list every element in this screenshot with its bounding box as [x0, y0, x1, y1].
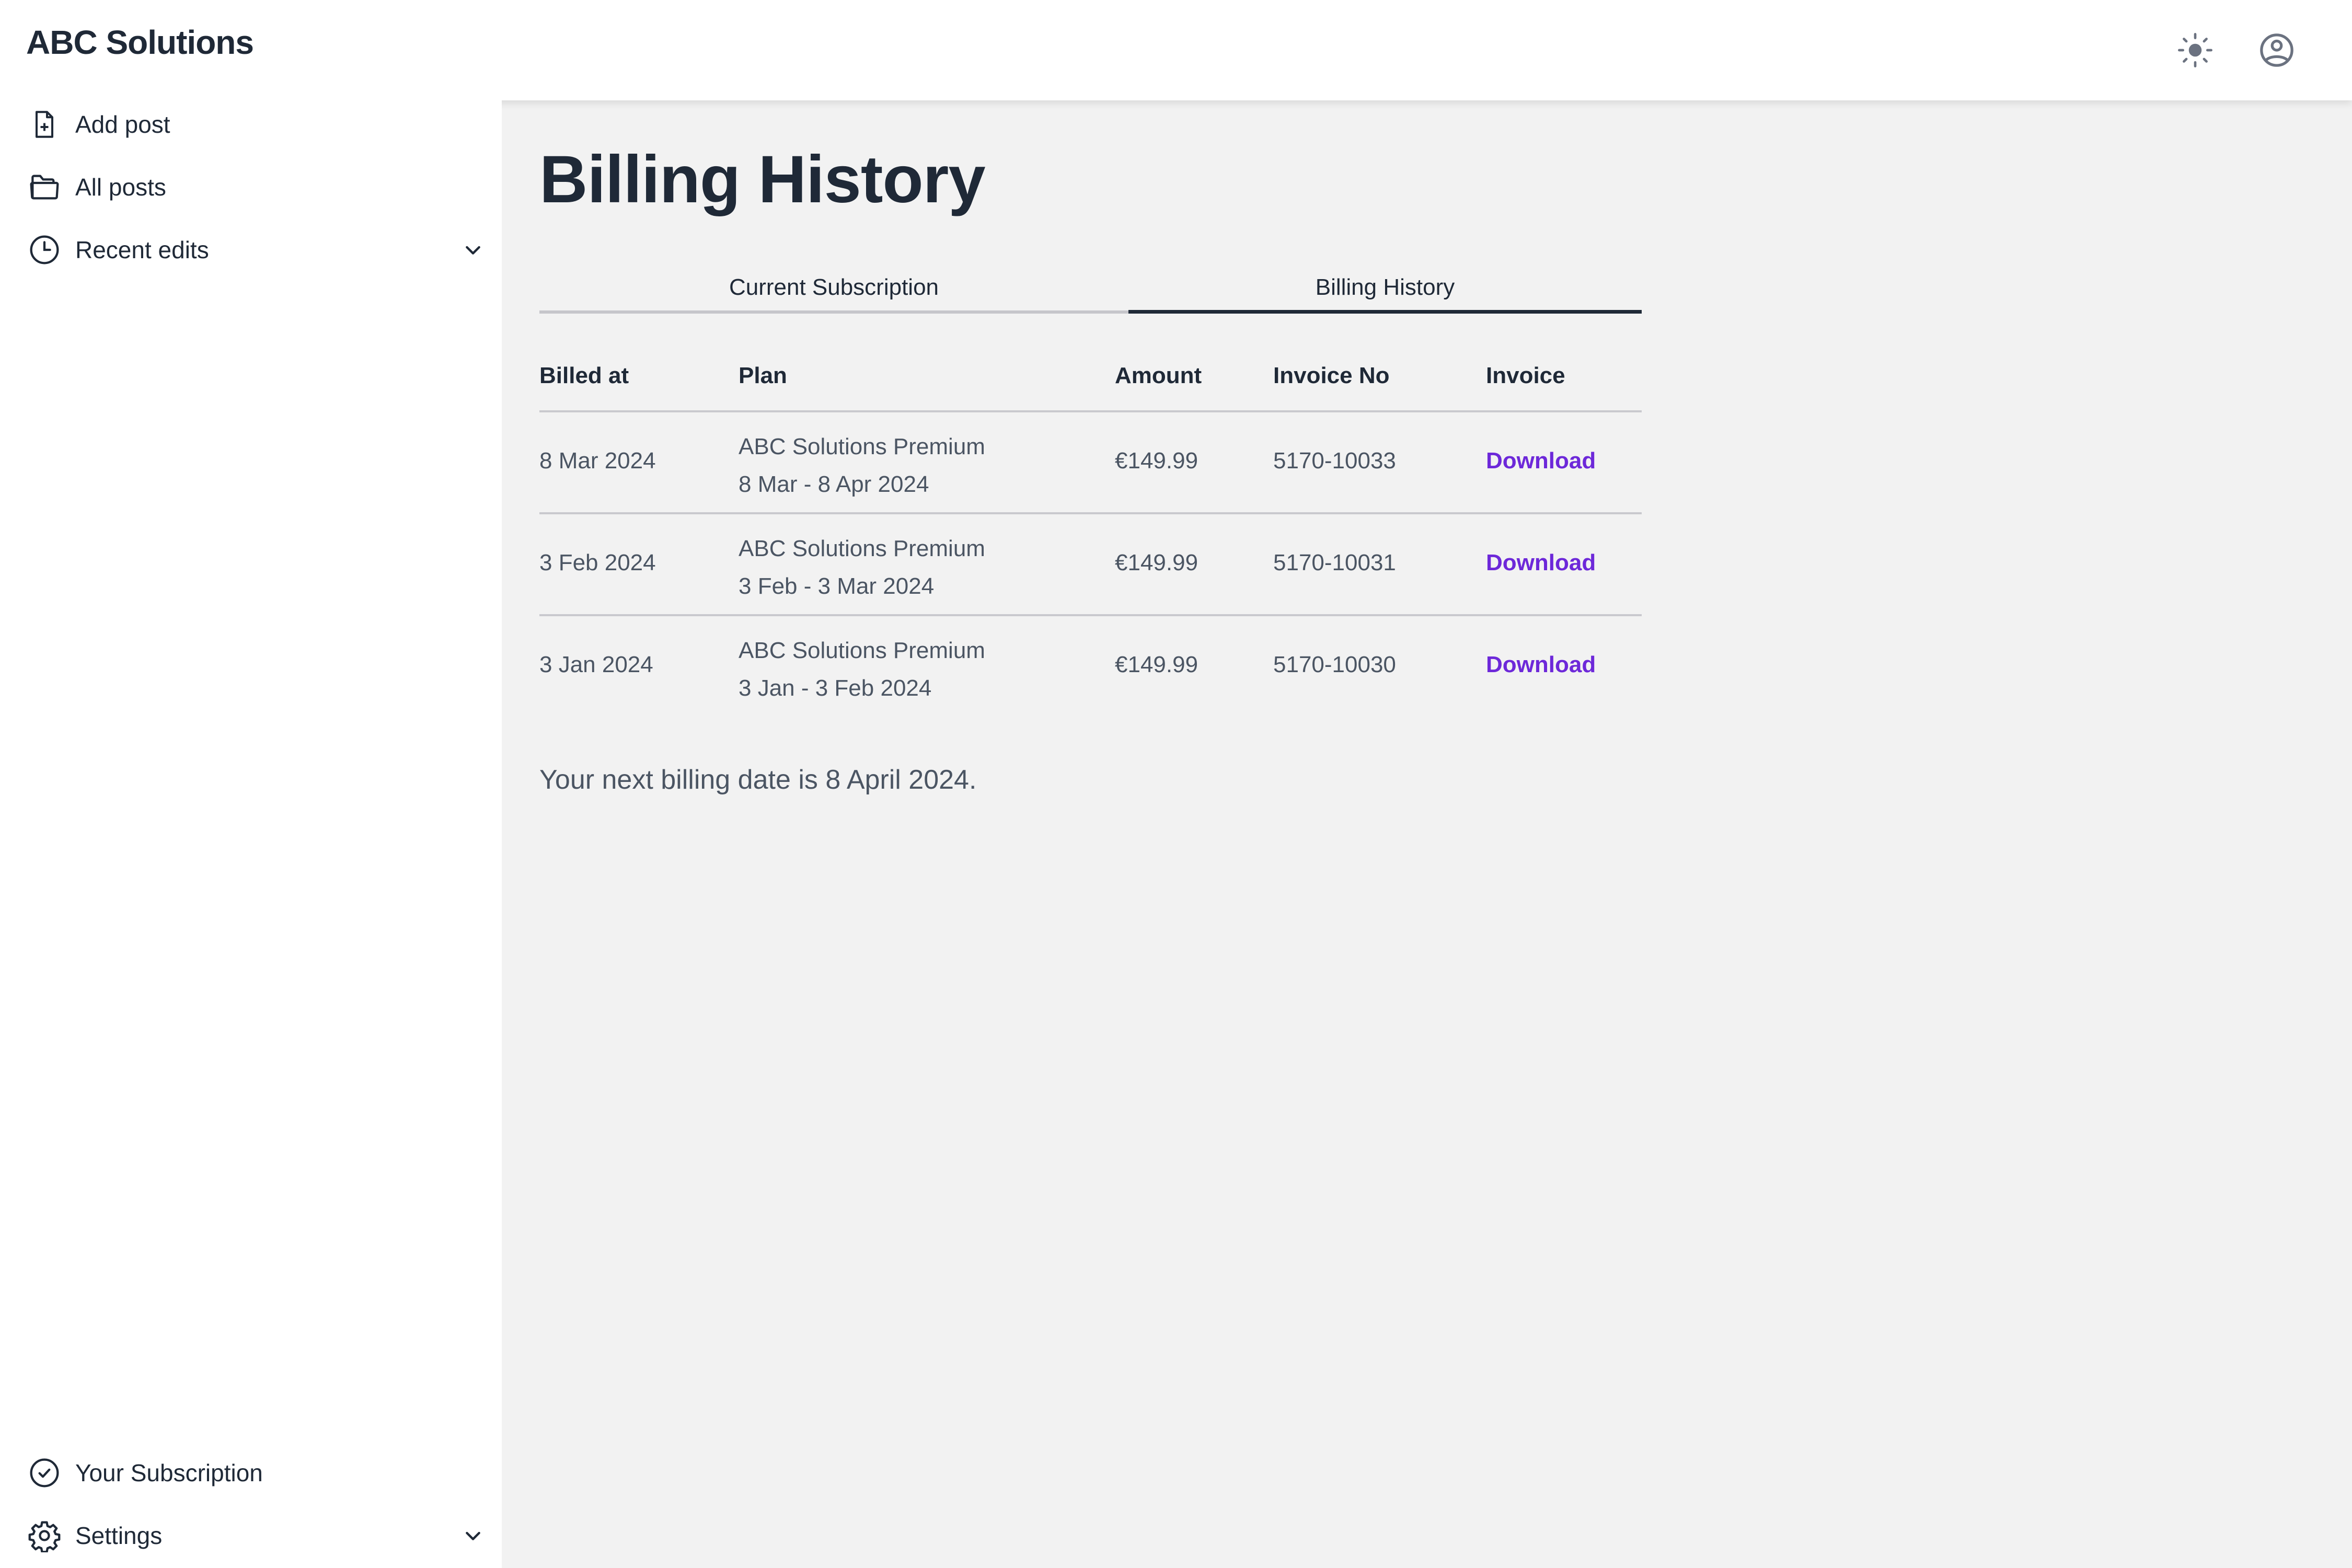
download-invoice-link[interactable]: Download: [1486, 550, 1596, 576]
download-invoice-link[interactable]: Download: [1486, 448, 1596, 474]
next-billing-text: Your next billing date is 8 April 2024.: [539, 765, 977, 795]
plan-name: ABC Solutions Premium: [739, 638, 985, 663]
plan-period: 3 Jan - 3 Feb 2024: [739, 675, 932, 701]
tab-current-subscription[interactable]: Current Subscription: [539, 261, 1128, 314]
sidebar-item-label: Add post: [75, 111, 170, 138]
column-header-plan: Plan: [739, 363, 787, 388]
sidebar-item-label: Settings: [75, 1522, 163, 1549]
file-plus-icon: [26, 106, 63, 143]
download-invoice-link[interactable]: Download: [1486, 652, 1596, 678]
amount-cell: €149.99: [1115, 652, 1198, 677]
billed-at-cell: 3 Feb 2024: [539, 550, 656, 575]
sidebar-item-label: Your Subscription: [75, 1459, 263, 1486]
sidebar-item-add-post[interactable]: Add post: [0, 98, 502, 151]
page-title: Billing History: [539, 142, 986, 217]
sidebar-item-label: All posts: [75, 174, 166, 201]
account-button[interactable]: [2256, 29, 2298, 71]
invoice-no-cell: 5170-10033: [1273, 448, 1396, 474]
column-header-invoice: Invoice: [1486, 363, 1565, 388]
table-row: 3 Jan 2024 ABC Solutions Premium 3 Jan -…: [539, 616, 1642, 716]
gear-icon: [26, 1517, 63, 1554]
folder-icon: [26, 169, 63, 205]
sidebar-item-recent-edits[interactable]: Recent edits: [0, 224, 502, 276]
invoice-no-cell: 5170-10030: [1273, 652, 1396, 677]
chevron-down-icon[interactable]: [460, 1523, 486, 1549]
theme-toggle-button[interactable]: [2174, 29, 2216, 71]
plan-period: 8 Mar - 8 Apr 2024: [739, 471, 929, 497]
app-brand: ABC Solutions: [26, 24, 254, 61]
tab-underline-active: [1128, 310, 1642, 314]
tab-label: Billing History: [1315, 274, 1455, 300]
tab-label: Current Subscription: [729, 274, 939, 300]
plan-name: ABC Solutions Premium: [739, 434, 985, 459]
sidebar-item-label: Recent edits: [75, 236, 209, 263]
tab-bar: Current Subscription Billing History: [539, 261, 1642, 314]
billing-table: Billed at Plan Amount Invoice No Invoice…: [539, 345, 1642, 716]
column-header-billed-at: Billed at: [539, 363, 629, 388]
sidebar-item-your-subscription[interactable]: Your Subscription: [0, 1447, 502, 1499]
clock-icon: [26, 232, 63, 268]
chevron-down-icon[interactable]: [460, 237, 486, 263]
amount-cell: €149.99: [1115, 448, 1198, 474]
tab-billing-history[interactable]: Billing History: [1128, 261, 1642, 314]
sidebar-item-settings[interactable]: Settings: [0, 1509, 502, 1562]
plan-cell: ABC Solutions Premium 3 Jan - 3 Feb 2024: [739, 632, 985, 707]
table-row: 8 Mar 2024 ABC Solutions Premium 8 Mar -…: [539, 412, 1642, 514]
plan-cell: ABC Solutions Premium 3 Feb - 3 Mar 2024: [739, 530, 985, 605]
table-header: Billed at Plan Amount Invoice No Invoice: [539, 345, 1642, 412]
plan-cell: ABC Solutions Premium 8 Mar - 8 Apr 2024: [739, 428, 985, 503]
sun-icon: [2177, 32, 2213, 68]
billed-at-cell: 3 Jan 2024: [539, 652, 653, 677]
badge-check-icon: [26, 1455, 63, 1491]
plan-name: ABC Solutions Premium: [739, 536, 985, 561]
invoice-no-cell: 5170-10031: [1273, 550, 1396, 575]
user-circle-icon: [2258, 32, 2295, 68]
column-header-amount: Amount: [1115, 363, 1202, 388]
sidebar-item-all-posts[interactable]: All posts: [0, 161, 502, 213]
tab-underline: [539, 310, 1128, 314]
table-row: 3 Feb 2024 ABC Solutions Premium 3 Feb -…: [539, 514, 1642, 616]
billed-at-cell: 8 Mar 2024: [539, 448, 656, 474]
sidebar: ABC Solutions Add post All posts Recent …: [0, 0, 502, 1568]
plan-period: 3 Feb - 3 Mar 2024: [739, 573, 935, 599]
column-header-invoice-no: Invoice No: [1273, 363, 1390, 388]
amount-cell: €149.99: [1115, 550, 1198, 575]
